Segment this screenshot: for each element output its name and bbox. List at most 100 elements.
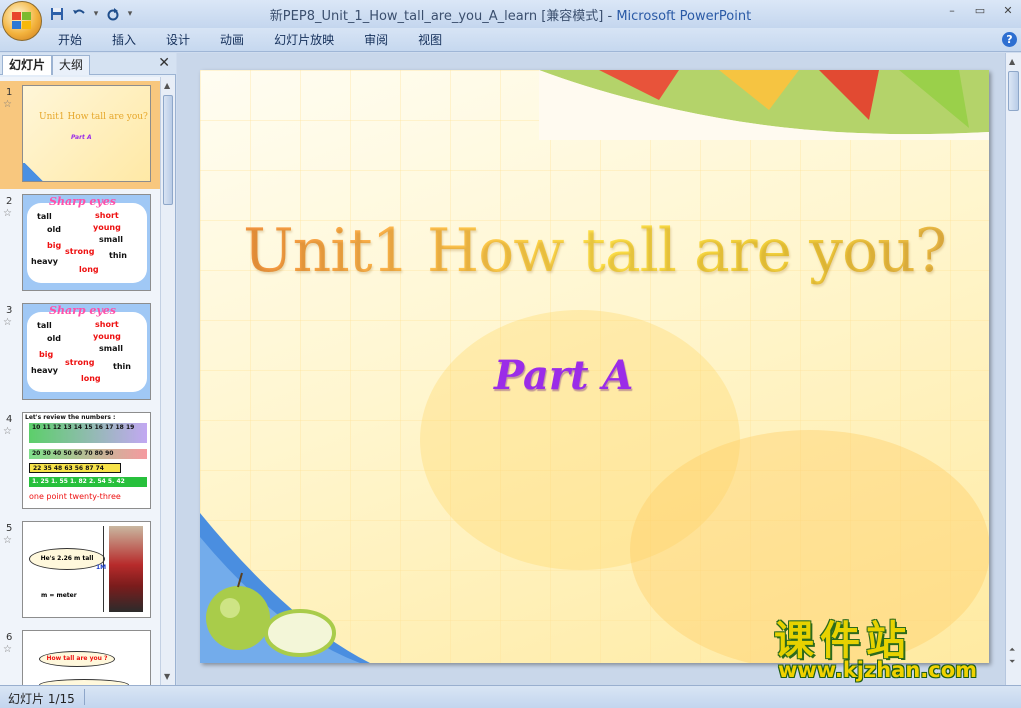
animation-star-icon: ☆ — [3, 535, 12, 546]
prev-slide-icon[interactable]: ⏶ — [1009, 645, 1015, 655]
editor-scrollbar[interactable]: ▲ ⏶ ⏷ — [1005, 53, 1021, 685]
word: old — [47, 225, 61, 234]
tab-slideshow[interactable]: 幻灯片放映 — [264, 31, 344, 49]
note-text: m = meter — [41, 592, 77, 599]
thumbnail-list: 1 ☆ Unit1 How tall are you? Part A 2 ☆ S… — [0, 77, 160, 685]
thumbnail-slide-5[interactable]: He's 2.26 m tall 1M m = meter — [22, 521, 151, 618]
word: strong — [65, 358, 95, 367]
player-photo — [109, 526, 143, 612]
minimize-button[interactable]: – — [945, 4, 959, 18]
tab-slides[interactable]: 幻灯片 — [2, 55, 53, 75]
thumbnail-number: 4 — [6, 414, 13, 425]
watermark-logo: 课件站 www.kjzhan.com — [770, 608, 1002, 688]
unit-label: 1M — [96, 564, 107, 571]
number-band: 10 11 12 13 14 15 16 17 18 19 — [29, 423, 147, 443]
thumbnail-row-5[interactable]: 5 ☆ He's 2.26 m tall 1M m = meter — [0, 517, 160, 625]
tab-home[interactable]: 开始 — [48, 31, 92, 49]
scroll-up-icon[interactable]: ▲ — [1009, 57, 1015, 66]
slide-canvas[interactable]: Unit1 How tall are you? Part A — [200, 70, 989, 663]
thumbnail-header: Sharp eyes — [49, 195, 116, 208]
thumbnail-slide-2[interactable]: Sharp eyes tall short old young small bi… — [22, 194, 151, 291]
word: small — [99, 344, 123, 353]
word: long — [79, 265, 99, 274]
word: old — [47, 334, 61, 343]
thumbnail-title: Unit1 How tall are you? — [39, 112, 148, 122]
thumbnail-slide-3[interactable]: Sharp eyes tall short old young small bi… — [22, 303, 151, 400]
status-divider — [84, 689, 85, 705]
fruit-banner-image — [539, 70, 989, 140]
thumbnail-scrollbar[interactable]: ▲ ▼ — [160, 77, 175, 685]
thumbnail-row-2[interactable]: 2 ☆ Sharp eyes tall short old young smal… — [0, 190, 160, 298]
ribbon: 开始 插入 设计 动画 幻灯片放映 审阅 视图 ? — [0, 28, 1021, 52]
animation-star-icon: ☆ — [3, 426, 12, 437]
number-band: 22 35 48 63 56 87 74 — [29, 463, 121, 473]
thumbnail-number: 1 — [6, 87, 13, 98]
scroll-up-icon[interactable]: ▲ — [164, 81, 170, 90]
status-bar: 幻灯片 1/15 — [0, 685, 1021, 708]
speech-bubble: How tall are you ? — [39, 651, 115, 667]
thumbnail-header: Let's review the numbers : — [25, 414, 116, 421]
word: young — [93, 223, 121, 232]
thumbnail-footer: one point twenty-three — [29, 492, 121, 501]
thumbnail-row-3[interactable]: 3 ☆ Sharp eyes tall short old young smal… — [0, 299, 160, 407]
word: big — [47, 241, 62, 250]
tab-animations[interactable]: 动画 — [210, 31, 254, 49]
tab-outline[interactable]: 大纲 — [52, 55, 91, 75]
word: strong — [65, 247, 95, 256]
scroll-thumb[interactable] — [163, 95, 173, 205]
title-bar: ▾ ▾ 新PEP8_Unit_1_How_tall_are_you_A_lear… — [0, 0, 1021, 28]
window-controls: – ▭ ✕ — [945, 4, 1015, 18]
word: thin — [113, 362, 131, 371]
word: young — [93, 332, 121, 341]
slide-subtitle[interactable]: Part A — [494, 352, 633, 399]
word: small — [99, 235, 123, 244]
tab-design[interactable]: 设计 — [156, 31, 200, 49]
slide-counter: 幻灯片 1/15 — [8, 692, 75, 706]
thumbnail-slide-4[interactable]: Let's review the numbers : 10 11 12 13 1… — [22, 412, 151, 509]
number-band: 1. 25 1. 55 1. 82 2. 54 5. 42 — [29, 477, 147, 487]
tab-view[interactable]: 视图 — [408, 31, 452, 49]
word: heavy — [31, 257, 58, 266]
animation-star-icon: ☆ — [3, 99, 12, 110]
thumbnail-number: 6 — [6, 632, 13, 643]
watermark-url: www.kjzhan.com — [778, 658, 978, 682]
thumbnail-number: 2 — [6, 196, 13, 207]
animation-star-icon: ☆ — [3, 644, 12, 655]
document-name: 新PEP8_Unit_1_How_tall_are_you_A_learn [兼… — [269, 9, 604, 24]
slide-title[interactable]: Unit1 How tall are you? — [200, 216, 989, 286]
scroll-down-icon[interactable]: ▼ — [164, 672, 170, 681]
office-logo-icon — [12, 12, 32, 30]
tab-review[interactable]: 审阅 — [354, 31, 398, 49]
word: heavy — [31, 366, 58, 375]
thumbnail-header: Sharp eyes — [49, 304, 116, 317]
word: short — [95, 320, 119, 329]
scroll-thumb[interactable] — [1008, 71, 1019, 111]
footer-red-text: one point — [29, 492, 67, 501]
restore-button[interactable]: ▭ — [973, 4, 987, 18]
animation-star-icon: ☆ — [3, 208, 12, 219]
animation-star-icon: ☆ — [3, 317, 12, 328]
word: thin — [109, 251, 127, 260]
footer-text: twenty-three — [69, 492, 121, 501]
thumbnail-slide-6[interactable]: How tall are you ? — [22, 630, 151, 685]
thumbnail-row-6[interactable]: 6 ☆ How tall are you ? — [0, 626, 160, 685]
next-slide-icon[interactable]: ⏷ — [1009, 657, 1015, 667]
tab-insert[interactable]: 插入 — [102, 31, 146, 49]
thumbnail-slide-1[interactable]: Unit1 How tall are you? Part A — [22, 85, 151, 182]
word: short — [95, 211, 119, 220]
thumbnail-row-1[interactable]: 1 ☆ Unit1 How tall are you? Part A — [0, 81, 160, 189]
thumbnail-subtitle: Part A — [71, 134, 92, 141]
word: long — [81, 374, 101, 383]
close-button[interactable]: ✕ — [1001, 4, 1015, 18]
blue-corner-decor — [23, 163, 45, 181]
thumbnail-number: 5 — [6, 523, 13, 534]
pane-tabs: 幻灯片 大纲 ✕ — [0, 53, 176, 75]
help-icon[interactable]: ? — [1002, 32, 1017, 47]
speech-bubble: He's 2.26 m tall — [29, 548, 105, 570]
window-title: 新PEP8_Unit_1_How_tall_are_you_A_learn [兼… — [0, 5, 1021, 24]
thumbnail-row-4[interactable]: 4 ☆ Let's review the numbers : 10 11 12 … — [0, 408, 160, 516]
word: tall — [37, 212, 52, 221]
office-button[interactable] — [2, 1, 42, 41]
close-icon[interactable]: ✕ — [158, 55, 170, 71]
title-separator: - — [603, 9, 617, 24]
